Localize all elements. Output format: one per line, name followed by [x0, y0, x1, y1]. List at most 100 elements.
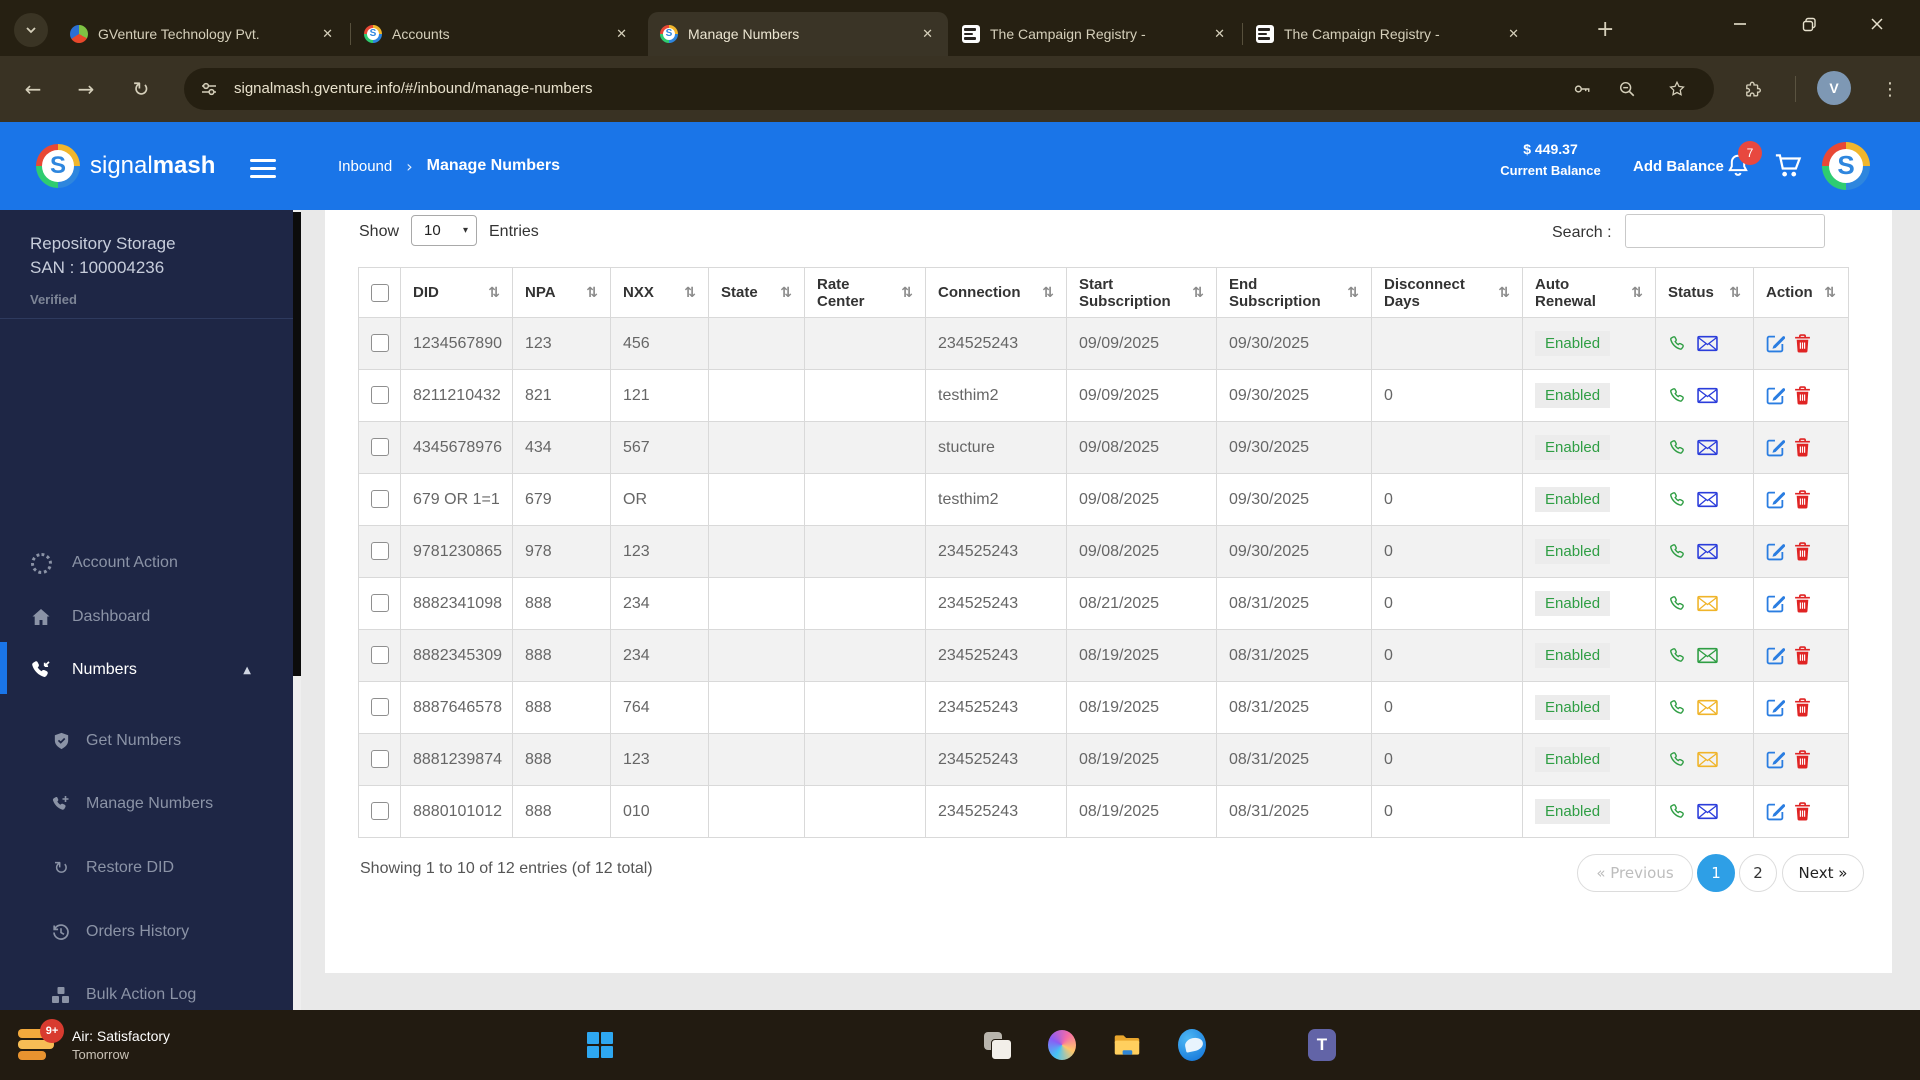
tab-manage-numbers[interactable]: S Manage Numbers ✕ [648, 12, 948, 56]
message-icon[interactable] [1697, 595, 1718, 612]
task-view-button[interactable] [977, 1025, 1017, 1065]
call-icon[interactable] [1668, 698, 1688, 718]
edit-icon[interactable] [1766, 750, 1785, 769]
delete-icon[interactable] [1794, 438, 1811, 457]
column-header[interactable]: Status ⇅ [1655, 267, 1754, 318]
message-icon[interactable] [1697, 387, 1718, 404]
call-icon[interactable] [1668, 750, 1688, 770]
notifications-button[interactable]: 7 [1718, 141, 1762, 184]
call-icon[interactable] [1668, 594, 1688, 614]
sidebar-item-account-action[interactable]: Account Action [0, 539, 293, 587]
site-settings-icon[interactable] [194, 74, 224, 104]
sort-icon[interactable]: ⇅ [1498, 285, 1510, 301]
call-icon[interactable] [1668, 646, 1688, 666]
message-icon[interactable] [1697, 335, 1718, 352]
row-checkbox[interactable] [371, 698, 389, 717]
delete-icon[interactable] [1794, 490, 1811, 509]
tab-close-icon[interactable]: ✕ [611, 24, 632, 44]
delete-icon[interactable] [1794, 542, 1811, 561]
tab-search-button[interactable] [14, 13, 48, 47]
tab-campaign-registry-1[interactable]: The Campaign Registry - ✕ [950, 12, 1240, 56]
column-header[interactable]: Disconnect Days ⇅ [1371, 267, 1523, 318]
browser-menu-icon[interactable]: ⋮ [1875, 72, 1905, 106]
call-icon[interactable] [1668, 386, 1688, 406]
sort-icon[interactable]: ⇅ [488, 285, 500, 301]
column-header[interactable]: End Subscription ⇅ [1216, 267, 1372, 318]
sidebar-item-get-numbers[interactable]: Get Numbers [0, 717, 293, 765]
profile-avatar[interactable]: V [1817, 71, 1851, 105]
column-header[interactable]: Rate Center ⇅ [804, 267, 926, 318]
tab-campaign-registry-2[interactable]: The Campaign Registry - ✕ [1244, 12, 1534, 56]
breadcrumb-section[interactable]: Inbound [338, 158, 392, 175]
message-icon[interactable] [1697, 751, 1718, 768]
delete-icon[interactable] [1794, 386, 1811, 405]
edit-icon[interactable] [1766, 438, 1785, 457]
sidebar-item-dashboard[interactable]: Dashboard [0, 593, 293, 641]
pagination-page-2[interactable]: 2 [1739, 854, 1777, 892]
copilot-button[interactable] [1042, 1025, 1082, 1065]
edit-icon[interactable] [1766, 334, 1785, 353]
sidebar-item-manage-numbers[interactable]: Manage Numbers [0, 780, 293, 828]
edit-icon[interactable] [1766, 802, 1785, 821]
call-icon[interactable] [1668, 438, 1688, 458]
delete-icon[interactable] [1794, 802, 1811, 821]
sort-icon[interactable]: ⇅ [1192, 285, 1204, 301]
account-logo-button[interactable]: S [1822, 142, 1870, 190]
row-checkbox[interactable] [371, 438, 389, 457]
row-checkbox[interactable] [371, 646, 389, 665]
sidebar-item-bulk-action-log[interactable]: Bulk Action Log [0, 971, 293, 1010]
delete-icon[interactable] [1794, 698, 1811, 717]
file-explorer-button[interactable] [1107, 1025, 1147, 1065]
sort-icon[interactable]: ⇅ [1631, 285, 1643, 301]
bookmark-star-icon[interactable] [1662, 74, 1692, 104]
column-header[interactable]: Connection ⇅ [925, 267, 1067, 318]
row-checkbox[interactable] [371, 594, 389, 613]
sort-icon[interactable]: ⇅ [1042, 285, 1054, 301]
sidebar-item-numbers[interactable]: Numbers ▲ [0, 642, 293, 696]
tab-accounts[interactable]: S Accounts ✕ [352, 12, 642, 56]
edit-icon[interactable] [1766, 698, 1785, 717]
pagination-next-button[interactable]: Next » [1782, 854, 1864, 892]
column-header[interactable]: State ⇅ [708, 267, 805, 318]
edit-icon[interactable] [1766, 594, 1785, 613]
scrollbar-thumb[interactable] [293, 212, 301, 676]
sort-icon[interactable]: ⇅ [1347, 285, 1359, 301]
window-minimize-button[interactable] [1717, 6, 1763, 42]
column-header[interactable]: NPA ⇅ [512, 267, 611, 318]
message-icon[interactable] [1697, 543, 1718, 560]
password-key-icon[interactable] [1567, 74, 1597, 104]
column-header[interactable]: Start Subscription ⇅ [1066, 267, 1217, 318]
search-input[interactable] [1625, 214, 1825, 248]
add-balance-button[interactable]: Add Balance [1627, 122, 1730, 210]
edit-icon[interactable] [1766, 542, 1785, 561]
row-checkbox[interactable] [371, 386, 389, 405]
cart-button[interactable] [1768, 150, 1804, 184]
edit-icon[interactable] [1766, 646, 1785, 665]
message-icon[interactable] [1697, 803, 1718, 820]
row-checkbox[interactable] [371, 750, 389, 769]
tab-close-icon[interactable]: ✕ [1209, 24, 1230, 44]
call-icon[interactable] [1668, 490, 1688, 510]
call-icon[interactable] [1668, 802, 1688, 822]
sidebar-item-restore-did[interactable]: ↻ Restore DID [0, 844, 293, 892]
sidebar-item-orders-history[interactable]: Orders History [0, 908, 293, 956]
sort-icon[interactable]: ⇅ [901, 285, 913, 301]
delete-icon[interactable] [1794, 334, 1811, 353]
column-header[interactable]: Auto Renewal ⇅ [1522, 267, 1656, 318]
row-checkbox[interactable] [371, 490, 389, 509]
select-all-checkbox[interactable] [371, 283, 389, 302]
column-header[interactable]: Action ⇅ [1753, 267, 1849, 318]
hamburger-menu-icon[interactable] [248, 152, 278, 180]
row-checkbox[interactable] [371, 542, 389, 561]
row-checkbox[interactable] [371, 802, 389, 821]
start-button[interactable] [580, 1025, 620, 1065]
edit-icon[interactable] [1766, 490, 1785, 509]
message-icon[interactable] [1697, 699, 1718, 716]
window-restore-button[interactable] [1786, 6, 1832, 42]
sort-icon[interactable]: ⇅ [1824, 285, 1836, 301]
teams-button[interactable]: T [1302, 1025, 1342, 1065]
delete-icon[interactable] [1794, 750, 1811, 769]
new-tab-button[interactable]: + [1590, 14, 1620, 44]
sort-icon[interactable]: ⇅ [1729, 285, 1741, 301]
tab-close-icon[interactable]: ✕ [317, 24, 338, 44]
